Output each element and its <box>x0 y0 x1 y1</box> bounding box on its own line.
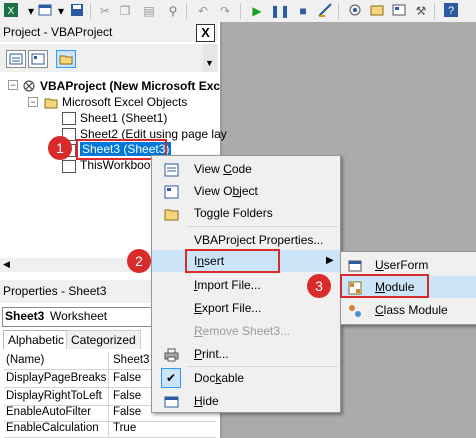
collapse-icon[interactable]: − <box>8 80 18 90</box>
menu-item-dockable[interactable]: ✔ Dockable <box>152 367 340 389</box>
menu-item-project-properties[interactable]: VBAProject Properties... <box>152 229 340 251</box>
printer-icon <box>164 347 179 362</box>
checkmark-icon: ✔ <box>161 368 181 388</box>
property-name: DisplayPageBreaks <box>6 372 107 384</box>
collapse-icon[interactable]: − <box>28 97 38 107</box>
copy-icon[interactable]: ❐ <box>116 2 134 20</box>
step-badge-1: 1 <box>48 136 72 160</box>
vbaproject-icon <box>22 79 35 92</box>
tab-categorized[interactable]: Categorized <box>66 330 141 349</box>
property-value[interactable]: False <box>113 388 141 405</box>
design-mode-icon[interactable] <box>316 2 334 20</box>
reset-icon[interactable]: ■ <box>294 2 312 20</box>
step-badge-3: 3 <box>307 274 331 298</box>
toolbar-separator <box>434 3 435 19</box>
object-type: Worksheet <box>50 309 108 323</box>
menu-item-view-object[interactable]: View Object <box>152 180 340 202</box>
view-object-icon <box>164 184 179 199</box>
folder-icon <box>44 96 58 109</box>
find-icon[interactable]: ⚲ <box>164 2 182 20</box>
menu-label: Export File... <box>194 301 262 315</box>
class-module-icon <box>348 303 362 317</box>
scroll-left-arrow-icon[interactable]: ◀ <box>3 259 10 270</box>
save-icon[interactable] <box>68 2 86 20</box>
menu-item-export-file[interactable]: Export File... <box>152 297 340 319</box>
tree-item-sheet1[interactable]: Sheet1 (Sheet1) <box>80 111 167 125</box>
redo-icon[interactable]: ↷ <box>216 2 234 20</box>
close-icon[interactable]: X <box>196 24 215 42</box>
tree-item-vbaproject[interactable]: VBAProject (New Microsoft Exc <box>40 79 220 93</box>
excel-icon[interactable]: X <box>2 2 20 20</box>
step-badge-2: 2 <box>127 249 151 273</box>
menu-item-hide[interactable]: Hide <box>152 390 340 412</box>
workbook-icon <box>62 160 76 173</box>
toggle-folders-icon[interactable] <box>56 50 76 68</box>
tree-item-thisworkbook[interactable]: ThisWorkbook <box>80 158 156 172</box>
tab-alphabetic[interactable]: Alphabetic <box>3 330 70 349</box>
svg-text:X: X <box>8 6 15 17</box>
menu-item-toggle-folders[interactable]: Toggle Folders <box>152 202 340 224</box>
toolbar-separator <box>240 3 241 19</box>
menu-label: Dockable <box>194 371 245 385</box>
menu-label: Toggle Folders <box>194 206 273 220</box>
toolbox-icon[interactable]: ⚒ <box>412 2 430 20</box>
menu-label: VBAProject Properties... <box>194 233 324 247</box>
menu-label: Remove Sheet3... <box>194 324 291 338</box>
menu-item-remove-sheet3[interactable]: Remove Sheet3... <box>152 320 340 342</box>
highlight-box <box>185 249 280 273</box>
highlight-box <box>340 274 429 298</box>
property-value[interactable]: False <box>113 404 141 421</box>
hide-window-icon <box>164 394 179 408</box>
submenu-item-userform[interactable]: UserForm <box>341 254 476 276</box>
object-name: Sheet3 <box>5 309 45 323</box>
scroll-down-arrow-icon[interactable]: ▼ <box>205 58 214 68</box>
toolbar-separator <box>90 3 91 19</box>
view-code-icon[interactable] <box>6 50 26 68</box>
project-pane-title: Project - VBAProject <box>3 25 113 39</box>
menu-item-print[interactable]: Print... <box>152 343 340 365</box>
object-browser-icon[interactable] <box>390 2 408 20</box>
property-name: EnableAutoFilter <box>6 406 92 418</box>
folder-icon <box>164 206 179 221</box>
undo-icon[interactable]: ↶ <box>194 2 212 20</box>
submenu-arrow-icon: ▶ <box>326 255 334 266</box>
submenu-label: UserForm <box>375 258 429 272</box>
break-icon[interactable]: ❚❚ <box>270 2 290 20</box>
property-name: (Name) <box>6 354 45 366</box>
properties-window-icon[interactable] <box>368 2 386 20</box>
view-code-icon <box>164 162 179 177</box>
menu-label: Hide <box>194 394 219 408</box>
worksheet-icon <box>62 112 76 125</box>
paste-icon[interactable]: ▤ <box>140 2 158 20</box>
toolbar-separator <box>186 3 187 19</box>
menu-label: Import File... <box>194 278 261 292</box>
menu-label: View Object <box>194 184 258 198</box>
standard-toolbar: X ▾ ▾ ✂ ❐ ▤ ⚲ ↶ ↷ ▶ ❚❚ ■ ⚒ ? <box>0 0 476 23</box>
property-value[interactable]: True <box>113 420 136 437</box>
run-icon[interactable]: ▶ <box>248 2 266 20</box>
properties-pane-title: Properties - Sheet3 <box>3 284 107 298</box>
property-value[interactable]: Sheet3 <box>113 352 149 369</box>
menu-separator <box>186 226 338 227</box>
project-explorer-icon[interactable] <box>346 2 364 20</box>
property-name: EnableCalculation <box>6 422 99 434</box>
view-object-icon[interactable] <box>28 50 48 68</box>
menu-label: View Code <box>194 162 252 176</box>
submenu-item-class-module[interactable]: Class Module <box>341 299 476 321</box>
property-name: DisplayRightToLeft <box>6 390 102 402</box>
submenu-label: Class Module <box>375 303 448 317</box>
toolbar-separator <box>338 3 339 19</box>
tree-item-excel-objects[interactable]: Microsoft Excel Objects <box>62 95 187 109</box>
property-value[interactable]: False <box>113 370 141 387</box>
menu-item-view-code[interactable]: View Code <box>152 158 340 180</box>
help-icon[interactable]: ? <box>442 2 460 20</box>
property-row[interactable]: EnableCalculation True <box>4 420 216 438</box>
menu-label: Print... <box>194 347 229 361</box>
svg-text:?: ? <box>448 5 454 17</box>
userform-icon <box>348 258 362 272</box>
cut-icon[interactable]: ✂ <box>96 2 114 20</box>
